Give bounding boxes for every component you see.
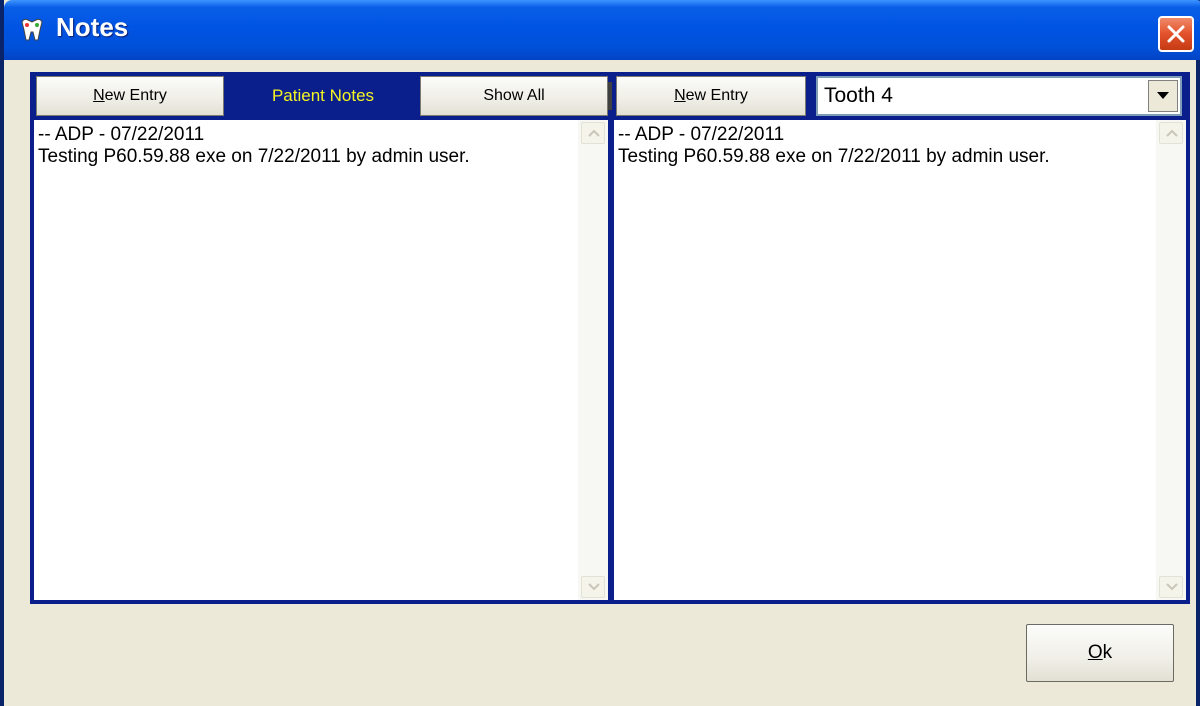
left-scroll-up-button[interactable] <box>581 122 605 144</box>
close-button[interactable] <box>1158 16 1194 52</box>
ok-label: k <box>1102 642 1113 663</box>
left-scrollbar[interactable] <box>578 120 608 600</box>
notes-frame: New Entry Patient Notes Show All New Ent… <box>30 72 1190 604</box>
right-scroll-up-button[interactable] <box>1159 122 1183 144</box>
right-scrollbar[interactable] <box>1156 120 1186 600</box>
note-line: Testing P60.59.88 exe on 7/22/2011 by ad… <box>38 146 470 167</box>
left-new-entry-button[interactable]: New Entry <box>36 76 224 116</box>
notes-window: Notes New Entry Patient Notes Show All N… <box>0 0 1200 706</box>
right-new-entry-mnemonic: N <box>674 87 686 104</box>
tooth-notes-content: -- ADP - 07/22/2011 Testing P60.59.88 exe… <box>618 124 1050 168</box>
tooth-select[interactable]: Tooth 4 <box>816 76 1182 116</box>
tooth-select-dropdown-button[interactable] <box>1148 80 1178 112</box>
right-scroll-down-button[interactable] <box>1159 576 1183 598</box>
patient-notes-textarea[interactable]: -- ADP - 07/22/2011 Testing P60.59.88 exe… <box>34 120 608 600</box>
window-title: Notes <box>56 12 129 42</box>
right-new-entry-button[interactable]: New Entry <box>616 76 806 116</box>
ok-mnemonic: O <box>1087 642 1103 663</box>
show-all-button[interactable]: Show All <box>420 76 608 116</box>
title-bar[interactable]: Notes <box>4 0 1200 60</box>
tooth-notes-textarea[interactable]: -- ADP - 07/22/2011 Testing P60.59.88 exe… <box>614 120 1186 600</box>
right-new-entry-label: ew Entry <box>685 87 748 104</box>
patient-notes-content: -- ADP - 07/22/2011 Testing P60.59.88 exe… <box>38 124 470 168</box>
left-new-entry-label: ew Entry <box>104 87 167 104</box>
ok-button[interactable]: Ok <box>1026 624 1174 682</box>
left-new-entry-mnemonic: N <box>93 87 105 104</box>
note-line: -- ADP - 07/22/2011 <box>38 124 205 145</box>
patient-notes-header: Patient Notes <box>271 86 375 105</box>
left-scroll-down-button[interactable] <box>581 576 605 598</box>
panel-divider <box>608 82 612 110</box>
tooth-select-value: Tooth 4 <box>824 84 893 107</box>
note-line: -- ADP - 07/22/2011 <box>618 124 785 145</box>
note-line: Testing P60.59.88 exe on 7/22/2011 by ad… <box>618 146 1050 167</box>
teeth-app-icon <box>18 16 46 44</box>
